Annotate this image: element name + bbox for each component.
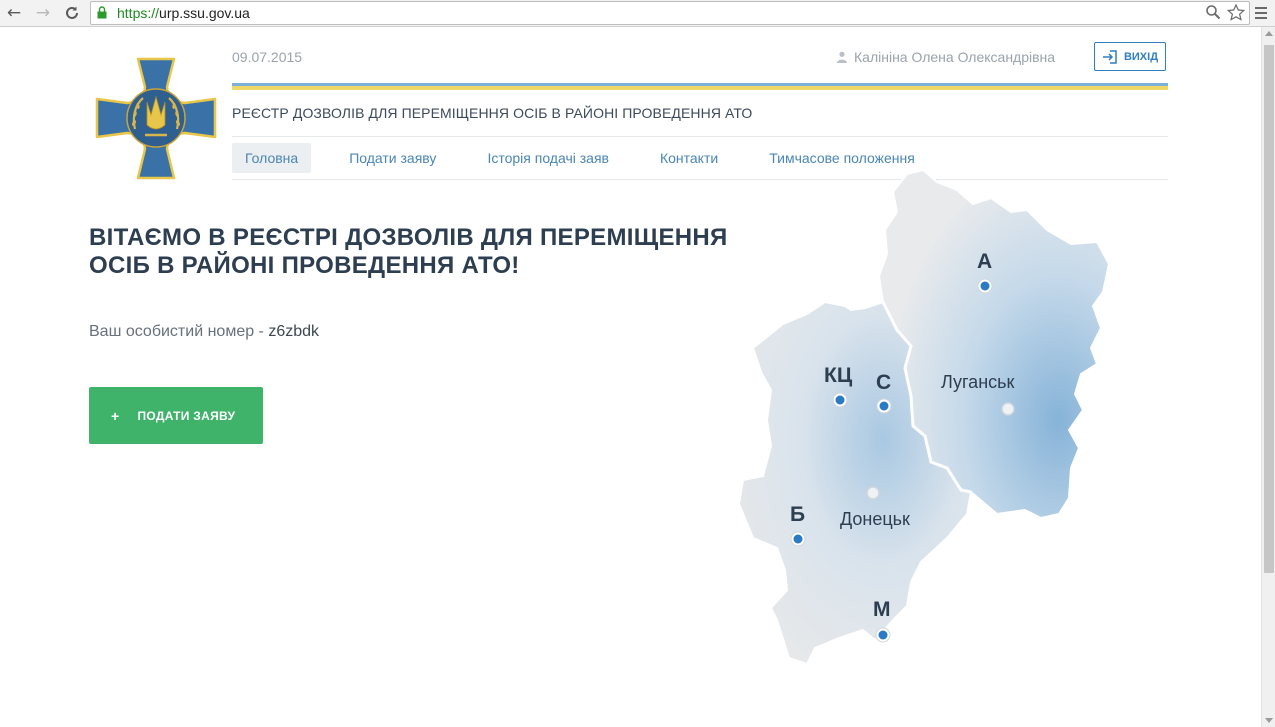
divider — [232, 136, 1168, 137]
city-marker-donetsk — [866, 486, 880, 500]
site-title: РЕЄСТР ДОЗВОЛІВ ДЛЯ ПЕРЕМІЩЕННЯ ОСІБ В Р… — [232, 105, 753, 121]
url-host: urp.ssu.gov.ua — [159, 5, 250, 21]
city-label-donetsk: Донецьк — [840, 509, 910, 529]
bookmark-star-icon[interactable] — [1227, 4, 1245, 21]
scroll-down-arrow-icon[interactable] — [1265, 718, 1273, 723]
scroll-thumb[interactable] — [1264, 45, 1274, 573]
back-icon[interactable]: ← — [3, 2, 25, 24]
checkpoint-marker-kc[interactable] — [832, 392, 848, 408]
checkpoint-label-b: Б — [790, 503, 806, 526]
checkpoint-marker-m[interactable] — [875, 627, 891, 643]
checkpoint-label-m: М — [873, 598, 891, 621]
user-icon — [837, 51, 847, 63]
logout-icon — [1102, 49, 1117, 64]
page-scrollbar[interactable] — [1261, 27, 1275, 727]
welcome-heading-line2: ОСІБ В РАЙОНІ ПРОВЕДЕННЯ АТО! — [89, 252, 520, 279]
user-name: Калініна Олена Олександрівна — [854, 49, 1056, 65]
personal-number-label: Ваш особистий номер - — [89, 323, 264, 340]
checkpoint-label-s: С — [876, 371, 892, 394]
checkpoint-label-kc: КЦ — [824, 364, 853, 387]
submit-application-button[interactable]: + ПОДАТИ ЗАЯВУ — [89, 387, 263, 444]
nav-item-contacts[interactable]: Контакти — [660, 143, 718, 173]
nav-item-home[interactable]: Головна — [232, 143, 312, 173]
personal-number: Ваш особистий номер - z6zbdk — [89, 323, 319, 341]
flag-stripe-divider — [232, 83, 1168, 90]
ssu-emblem-logo[interactable] — [95, 57, 217, 180]
address-bar[interactable]: https://urp.ssu.gov.ua — [90, 1, 1250, 25]
omnibox-actions — [1205, 4, 1245, 21]
browser-toolbar: ← → https://urp.ssu.gov.ua — [0, 0, 1275, 27]
url-text: https://urp.ssu.gov.ua — [117, 5, 250, 21]
region-map: А КЦ С Б М Луганськ Донецьк — [735, 168, 1115, 668]
welcome-heading-line1: ВІТАЄМО В РЕЄСТРІ ДОЗВОЛІВ ДЛЯ ПЕРЕМІЩЕН… — [89, 224, 728, 251]
city-marker-luhansk — [1001, 402, 1015, 416]
checkpoint-marker-a[interactable] — [977, 278, 993, 294]
checkpoint-marker-b[interactable] — [790, 531, 806, 547]
lock-icon — [97, 6, 107, 19]
logout-label: ВИХІД — [1123, 50, 1159, 63]
user-info: Калініна Олена Олександрівна — [836, 49, 1055, 65]
current-date: 09.07.2015 — [232, 49, 303, 65]
browser-menu-icon[interactable] — [1253, 3, 1269, 23]
plus-icon: + — [111, 407, 120, 424]
nav-item-application-history[interactable]: Історія подачі заяв — [487, 143, 609, 173]
submit-application-label: ПОДАТИ ЗАЯВУ — [137, 408, 236, 423]
personal-number-value: z6zbdk — [268, 323, 320, 340]
city-label-luhansk: Луганськ — [941, 372, 1015, 392]
checkpoint-marker-s[interactable] — [876, 398, 892, 414]
scroll-up-arrow-icon[interactable] — [1265, 31, 1273, 36]
url-scheme: https:// — [117, 5, 160, 21]
reload-icon[interactable] — [61, 2, 83, 24]
logout-button[interactable]: ВИХІД — [1094, 42, 1166, 71]
checkpoint-markers-layer — [790, 278, 1015, 643]
checkpoint-label-a: А — [977, 250, 993, 273]
forward-icon[interactable]: → — [32, 2, 54, 24]
nav-item-submit-application[interactable]: Подати заяву — [349, 143, 436, 173]
welcome-heading: ВІТАЄМО В РЕЄСТРІ ДОЗВОЛІВ ДЛЯ ПЕРЕМІЩЕН… — [89, 224, 749, 280]
zoom-icon[interactable] — [1205, 4, 1221, 20]
